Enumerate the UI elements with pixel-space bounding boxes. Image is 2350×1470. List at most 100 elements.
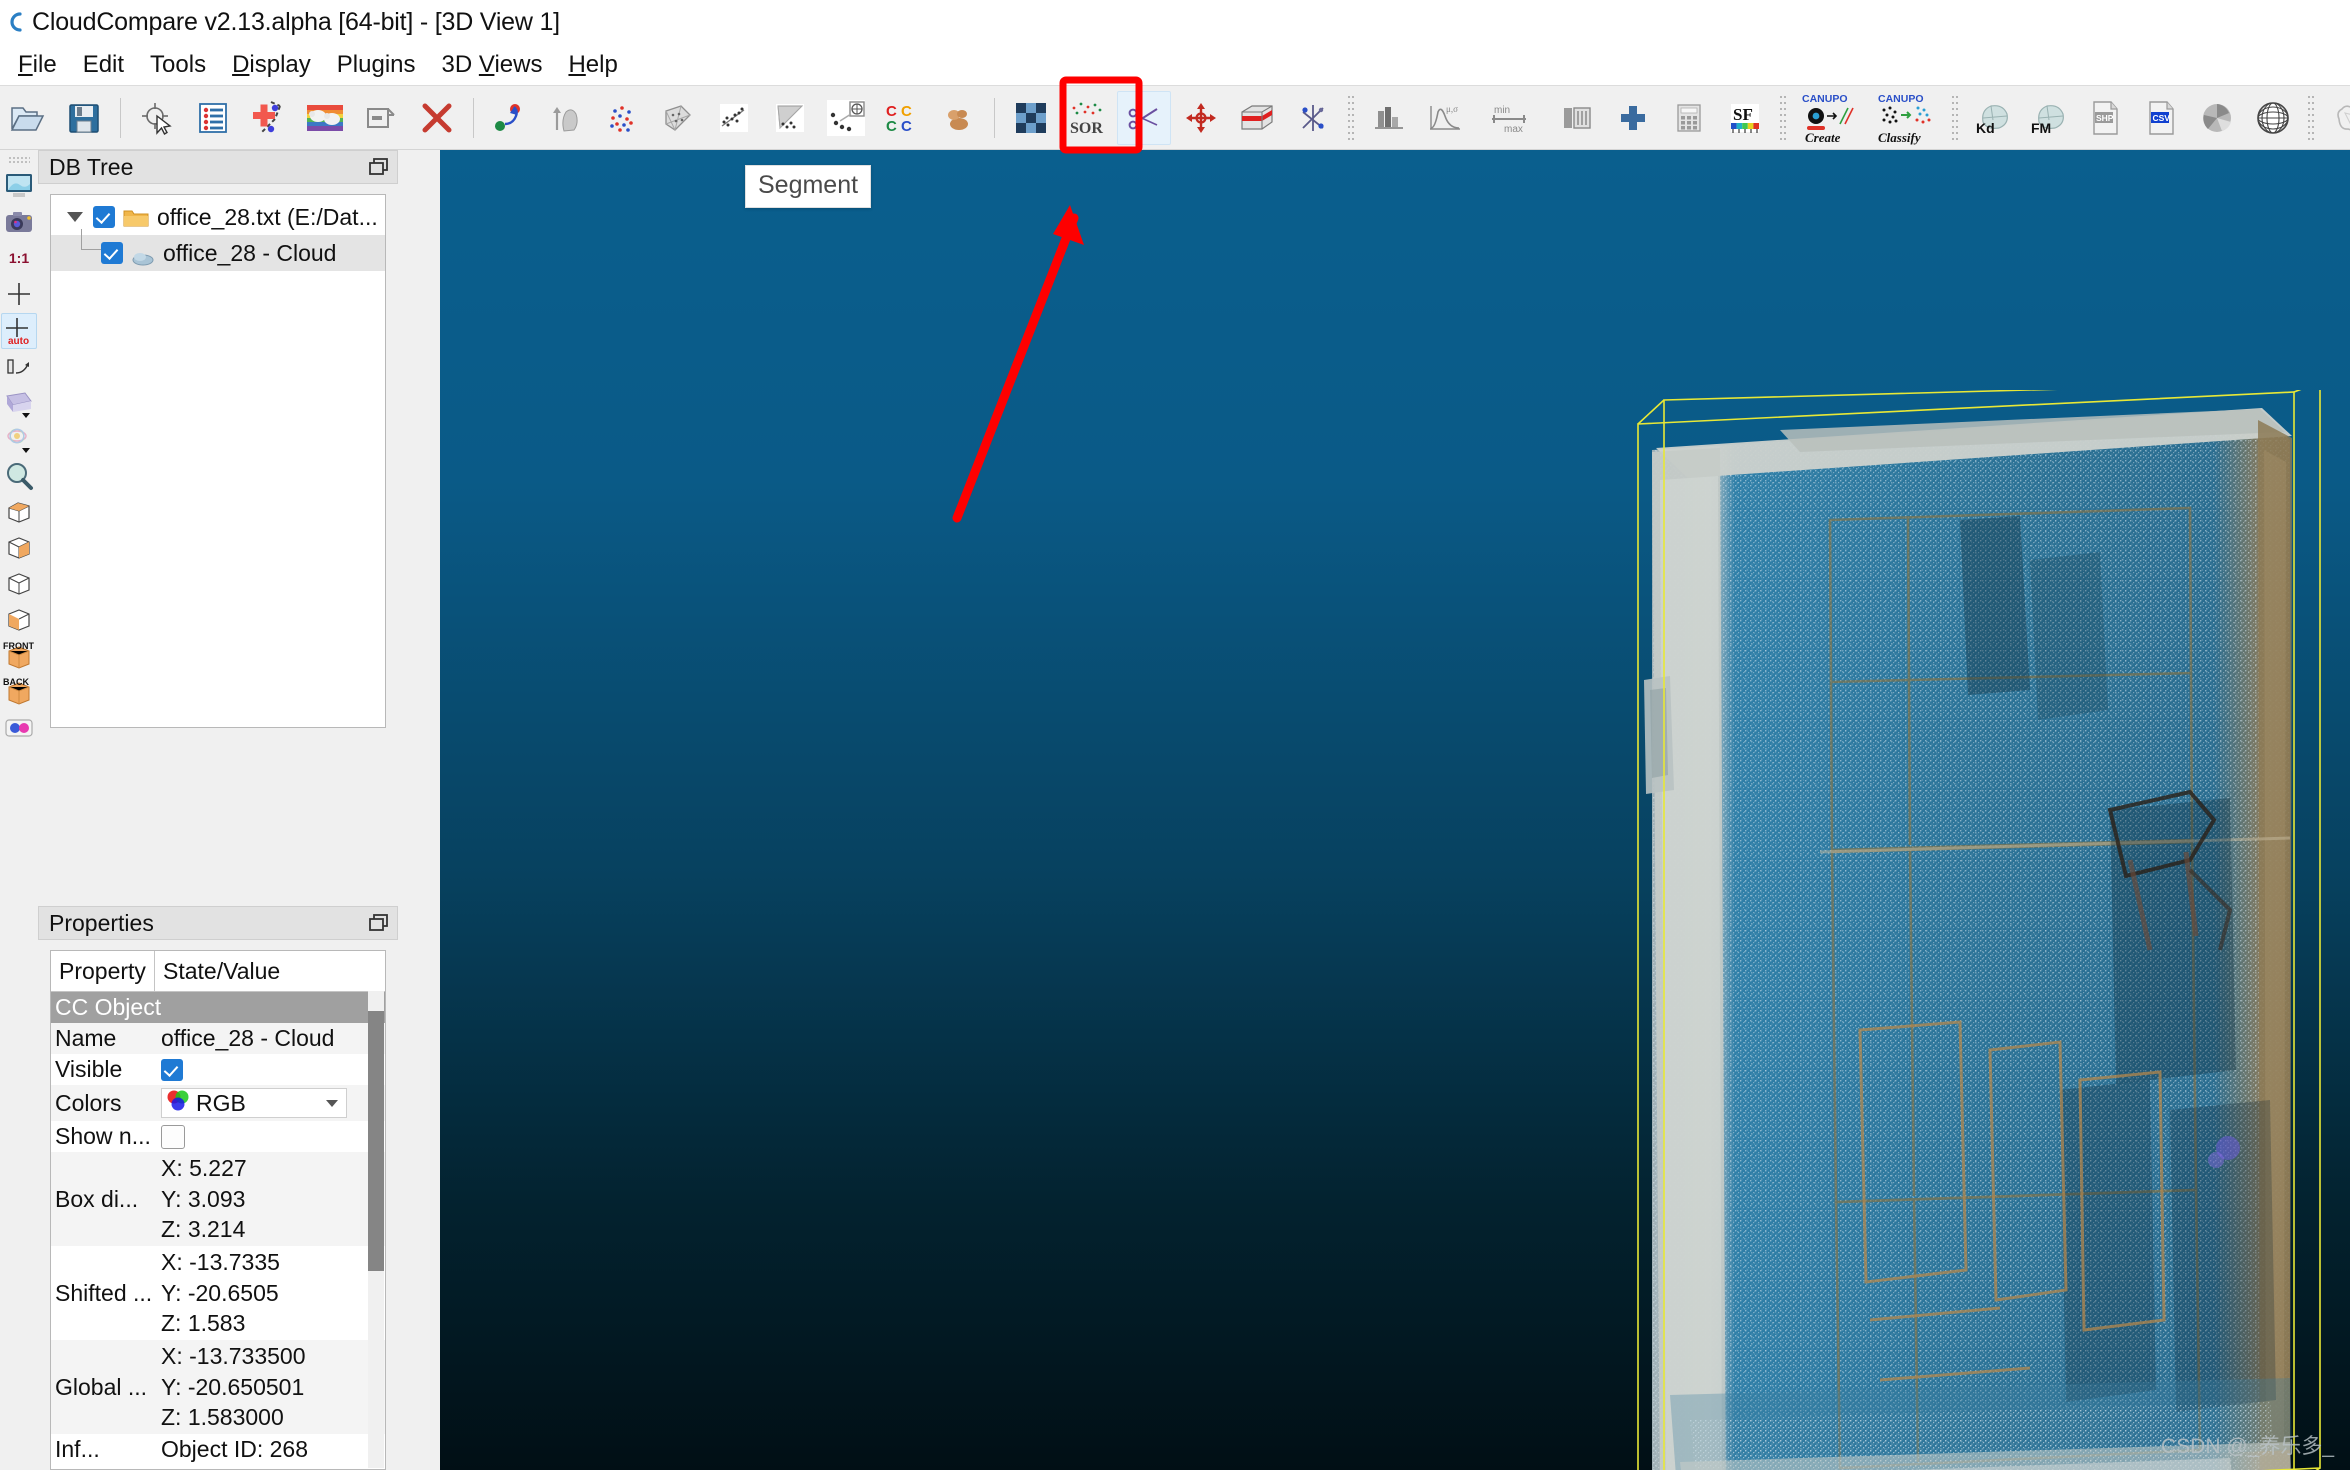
3d-view[interactable]: Segment CSDN @_养乐多_ <box>440 150 2350 1470</box>
float-restore-icon[interactable] <box>369 158 389 176</box>
cross-section-button[interactable] <box>1231 92 1283 144</box>
toolbar-grip[interactable] <box>1951 93 1959 142</box>
colors-combobox[interactable]: RGB <box>161 1088 347 1118</box>
property-row-colors[interactable]: Colors RGB <box>51 1085 385 1121</box>
menu-plugins[interactable]: Plugins <box>325 49 430 81</box>
subsample-button[interactable] <box>355 92 407 144</box>
property-key: Show n... <box>55 1123 151 1149</box>
chevron-down-icon[interactable] <box>326 1099 338 1107</box>
view-top-button[interactable] <box>2 495 36 529</box>
svg-text:C: C <box>901 118 912 135</box>
property-row-shifted-origin[interactable]: Shifted ... X: -13.7335 Y: -20.6505 Z: 1… <box>51 1246 385 1340</box>
delete-button[interactable] <box>411 92 463 144</box>
globe-button[interactable] <box>2247 92 2299 144</box>
property-row-info[interactable]: Inf... Object ID: 268 <box>51 1434 385 1465</box>
global-y: Y: -20.650501 <box>161 1373 305 1400</box>
menu-tools[interactable]: Tools <box>138 49 220 81</box>
property-row-box-dimensions[interactable]: Box di... X: 5.227 Y: 3.093 Z: 3.214 <box>51 1152 385 1246</box>
cloud-cloud-dist-button[interactable] <box>708 92 760 144</box>
menu-file[interactable]: File <box>6 49 71 81</box>
fast-marching-button[interactable]: FM <box>2023 92 2075 144</box>
properties-header-row: Property State/Value <box>51 951 385 992</box>
segment-button[interactable] <box>1117 90 1171 145</box>
property-key: Name <box>55 1025 117 1051</box>
property-value: office_28 - Cloud <box>161 1025 335 1051</box>
set-pivot-button[interactable] <box>2 277 36 311</box>
section-extraction-button[interactable] <box>2191 92 2243 144</box>
clone-button[interactable] <box>243 92 295 144</box>
register-button[interactable] <box>820 92 872 144</box>
property-row-name[interactable]: Name office_28 - Cloud <box>51 1023 385 1054</box>
property-row-show-normals[interactable]: Show n... <box>51 1121 385 1152</box>
canupo-classify-button[interactable]: CANUPO Classify <box>1871 92 1943 145</box>
toggle-3d-view-button[interactable] <box>2 169 36 203</box>
expand-triangle-icon[interactable] <box>67 212 83 222</box>
stereo-button[interactable] <box>2 711 36 745</box>
add-constant-sf-button[interactable] <box>1607 92 1659 144</box>
svg-text:max: max <box>1504 124 1523 135</box>
sf-arithmetic-button[interactable] <box>1663 92 1715 144</box>
histogram-button[interactable] <box>1363 92 1415 144</box>
properties-table[interactable]: Property State/Value CC Object Name offi… <box>50 950 386 1470</box>
merge-button[interactable] <box>299 92 351 144</box>
view-bottom-button[interactable] <box>2 531 36 565</box>
view-front-button[interactable]: FRONT <box>2 639 36 673</box>
menu-3d-views[interactable]: 3D Views <box>430 49 557 81</box>
unroll-button[interactable] <box>1005 92 1057 144</box>
view-left-button[interactable] <box>2 567 36 601</box>
rotation-axis-button[interactable] <box>2 351 36 385</box>
pick-rotation-center-button[interactable] <box>131 92 183 144</box>
colorscale-button[interactable] <box>2 423 36 457</box>
menu-display[interactable]: Display <box>220 49 325 81</box>
db-tree-view[interactable]: office_28.txt (E:/Dat... office_28 - Clo… <box>50 194 386 728</box>
volume-button[interactable] <box>932 92 984 144</box>
cloud-mesh-dist-button[interactable] <box>764 92 816 144</box>
float-restore-icon[interactable] <box>369 914 389 932</box>
apply-transformation-button[interactable] <box>484 92 536 144</box>
title-bar: CloudCompare v2.13.alpha [64-bit] - [3D … <box>0 0 2350 44</box>
poisson-recon-button[interactable] <box>2323 92 2350 144</box>
toolbar-grip[interactable] <box>2307 93 2315 142</box>
toolbar-separator <box>994 97 995 138</box>
save-button[interactable] <box>58 92 110 144</box>
show-normals-checkbox[interactable] <box>161 1124 185 1149</box>
sf-colorscale-button[interactable]: SF <box>1719 92 1771 144</box>
vtoolbar-grip[interactable] <box>8 156 30 163</box>
shp-import-button[interactable]: SHP <box>2079 92 2131 144</box>
node-checkbox[interactable] <box>101 242 123 264</box>
property-row-visible[interactable]: Visible <box>51 1054 385 1085</box>
toolbar-grip[interactable] <box>1779 93 1787 142</box>
view-back-button[interactable]: BACK <box>2 675 36 709</box>
menu-edit[interactable]: Edit <box>71 49 138 81</box>
compute-normals-button[interactable] <box>540 92 592 144</box>
zoom-one-to-one-button[interactable]: 1:1 <box>2 241 36 275</box>
properties-section-header: CC Object <box>51 992 385 1023</box>
open-file-button[interactable] <box>2 92 54 144</box>
scalar-field-button[interactable] <box>596 92 648 144</box>
menu-help[interactable]: Help <box>556 49 631 81</box>
visible-checkbox[interactable] <box>161 1058 183 1081</box>
property-row-global-shift[interactable]: Global ... X: -13.733500 Y: -20.650501 Z… <box>51 1340 385 1434</box>
property-key: Inf... <box>55 1436 100 1462</box>
zoom-global-button[interactable] <box>2 459 36 493</box>
translate-rotate-button[interactable] <box>1175 92 1227 144</box>
csv-import-button[interactable]: CSV <box>2135 92 2187 144</box>
node-checkbox[interactable] <box>93 206 115 228</box>
gaussian-filter-button[interactable]: μ,σ <box>1419 92 1471 144</box>
point-picking-button[interactable] <box>1287 92 1339 144</box>
menu-bar: File Edit Tools Display Plugins 3D Views… <box>0 44 2350 86</box>
delete-scalar-field-button[interactable] <box>1551 92 1603 144</box>
properties-scroll-thumb[interactable] <box>368 1011 384 1271</box>
auto-pivot-button[interactable]: auto <box>1 313 37 349</box>
filter-by-value-button[interactable]: min max <box>1475 92 1547 144</box>
snapshot-button[interactable] <box>2 205 36 239</box>
canupo-create-button[interactable]: CANUPO Create <box>1795 92 1867 145</box>
toolbar-grip[interactable] <box>1347 93 1355 142</box>
cc-compare-button[interactable]: C C C C <box>876 92 928 144</box>
mesh-button[interactable] <box>652 92 704 144</box>
kd-tree-button[interactable]: Kd <box>1967 92 2019 144</box>
toggle-properties-button[interactable] <box>187 92 239 144</box>
view-right-button[interactable] <box>2 603 36 637</box>
light-button[interactable] <box>2 387 36 421</box>
sor-filter-button[interactable]: SOR <box>1061 92 1113 144</box>
